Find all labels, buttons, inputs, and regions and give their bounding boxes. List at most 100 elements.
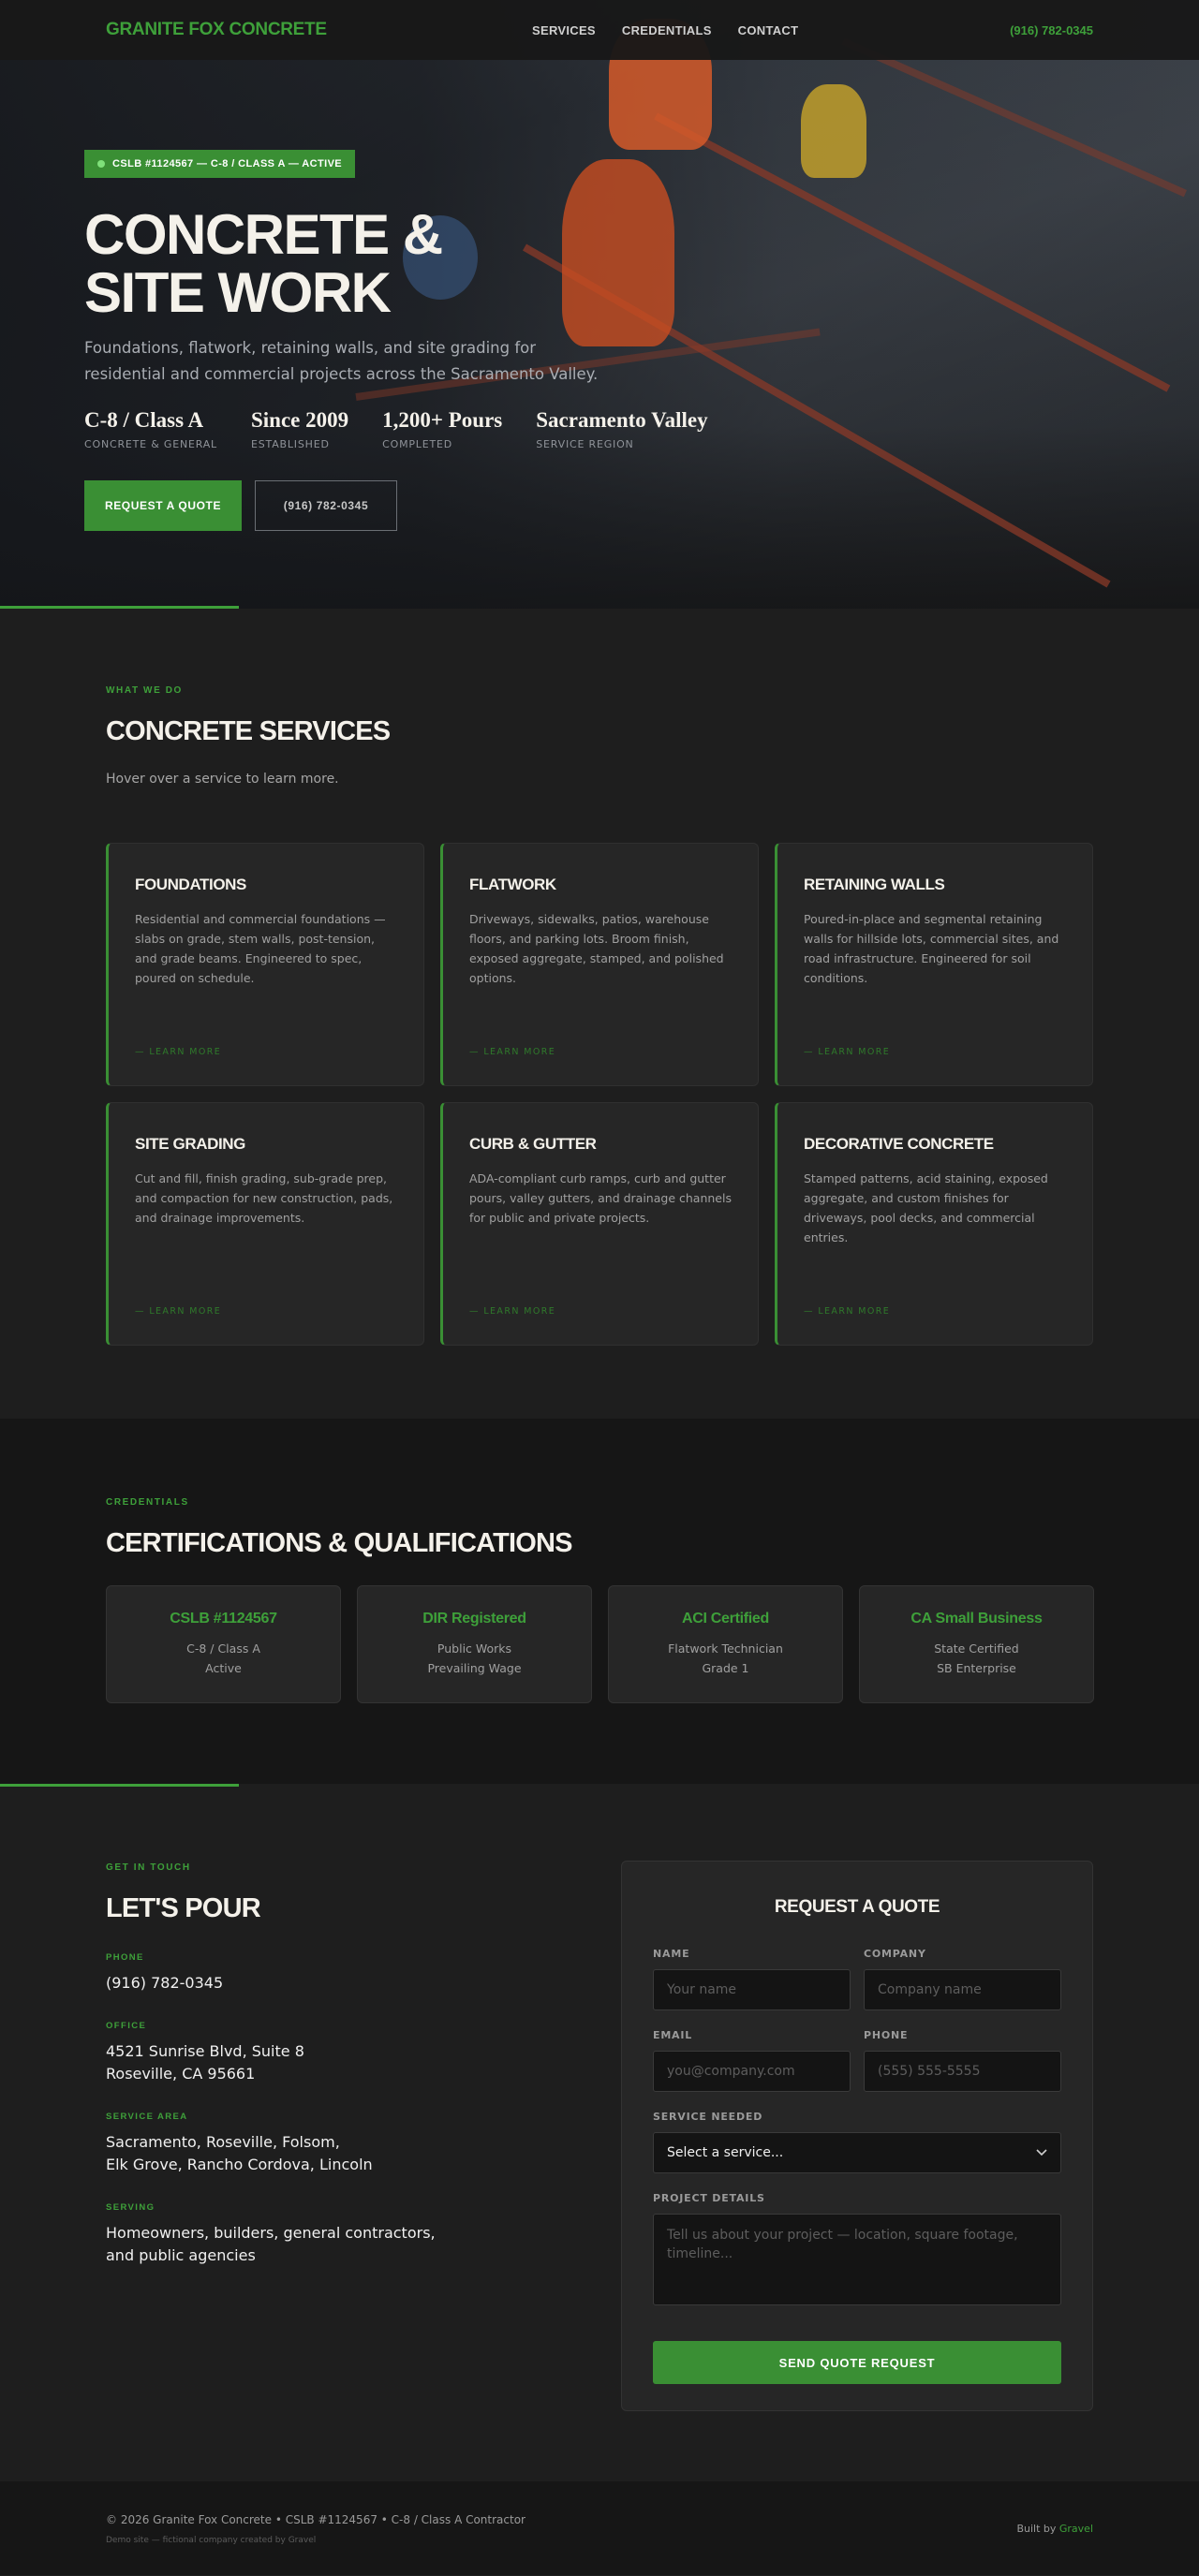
status-dot-icon: [97, 160, 105, 168]
site-footer: © 2026 Granite Fox Concrete • CSLB #1124…: [0, 2481, 1199, 2575]
services-header: WHAT WE DO CONCRETE SERVICES Hover over …: [106, 685, 391, 787]
stat-license: C-8 / Class A CONCRETE & GENERAL: [84, 408, 217, 450]
form-row-email-phone: EMAIL PHONE: [653, 2029, 1061, 2092]
name-label: NAME: [653, 1948, 690, 1960]
service-card-site-grading[interactable]: SITE GRADING Cut and fill, finish gradin…: [106, 1102, 424, 1346]
stat-label: SERVICE REGION: [536, 438, 634, 450]
footer-copyright: © 2026 Granite Fox Concrete • CSLB #1124…: [106, 2513, 525, 2526]
phone-label: PHONE: [864, 2029, 909, 2041]
stat-pours: 1,200+ Pours COMPLETED: [382, 408, 502, 450]
hero-buttons: REQUEST A QUOTE (916) 782-0345: [84, 480, 834, 531]
built-by-prefix: Built by: [1016, 2523, 1057, 2535]
built-by-link[interactable]: Gravel: [1059, 2523, 1093, 2535]
phone-input[interactable]: [864, 2051, 1061, 2092]
credential-detail: Public Works Prevailing Wage: [427, 1641, 522, 1675]
learn-more-link[interactable]: — LEARN MORE: [469, 1047, 555, 1057]
service-card-title: SITE GRADING: [135, 1135, 245, 1153]
services-intro: Hover over a service to learn more.: [106, 772, 339, 787]
hero-content: CSLB #1124567 — C-8 / CLASS A — ACTIVE C…: [84, 150, 834, 531]
contact-phone[interactable]: (916) 782-0345: [106, 1972, 481, 1995]
credential-card-aci: ACI Certified Flatwork Technician Grade 1: [608, 1585, 843, 1703]
form-title: REQUEST A QUOTE: [774, 1897, 940, 1917]
service-card-title: FOUNDATIONS: [135, 876, 246, 893]
hero-title-line-1: CONCRETE &: [84, 203, 443, 266]
chevron-down-icon: [1036, 2149, 1047, 2156]
license-badge-text: CSLB #1124567 — C-8 / CLASS A — ACTIVE: [112, 158, 343, 169]
hero-subtitle: Foundations, flatwork, retaining walls, …: [84, 339, 599, 383]
credential-detail: Flatwork Technician Grade 1: [668, 1641, 783, 1675]
hero-title: CONCRETE & SITE WORK: [84, 206, 834, 322]
learn-more-link[interactable]: — LEARN MORE: [135, 1047, 221, 1057]
stat-value: 1,200+ Pours: [382, 408, 503, 432]
hero-stats: C-8 / Class A CONCRETE & GENERAL Since 2…: [84, 408, 834, 450]
service-card-title: CURB & GUTTER: [469, 1135, 597, 1153]
service-card-curb-gutter[interactable]: CURB & GUTTER ADA-compliant curb ramps, …: [440, 1102, 759, 1346]
field-company: COMPANY: [864, 1948, 1061, 2010]
nav-phone-link[interactable]: (916) 782-0345: [1010, 0, 1093, 60]
learn-more-link[interactable]: — LEARN MORE: [804, 1306, 890, 1317]
credential-title: CA Small Business: [910, 1611, 1043, 1627]
nav-links: SERVICES CREDENTIALS CONTACT: [532, 0, 798, 60]
service-card-decorative-concrete[interactable]: DECORATIVE CONCRETE Stamped patterns, ac…: [775, 1102, 1093, 1346]
learn-more-link[interactable]: — LEARN MORE: [135, 1306, 221, 1317]
service-card-flatwork[interactable]: FLATWORK Driveways, sidewalks, patios, w…: [440, 843, 759, 1086]
credential-card-dir: DIR Registered Public Works Prevailing Wa…: [357, 1585, 592, 1703]
email-label: EMAIL: [653, 2029, 693, 2041]
learn-more-link[interactable]: — LEARN MORE: [804, 1047, 890, 1057]
field-name: NAME: [653, 1948, 851, 2010]
section-label: GET IN TOUCH: [106, 1862, 191, 1873]
service-card-description: Cut and fill, finish grading, sub-grade …: [135, 1171, 393, 1225]
call-phone-button[interactable]: (916) 782-0345: [255, 480, 397, 531]
section-label: CREDENTIALS: [106, 1497, 189, 1508]
contact-office-address: 4521 Sunrise Blvd, Suite 8 Roseville, CA …: [106, 2042, 304, 2083]
footer-note: Demo site — fictional company created by…: [106, 2536, 317, 2545]
section-title: CONCRETE SERVICES: [106, 716, 391, 746]
send-quote-request-button[interactable]: SEND QUOTE REQUEST: [653, 2341, 1061, 2384]
company-label: COMPANY: [864, 1948, 926, 1960]
field-phone: PHONE: [864, 2029, 1061, 2092]
stat-value: C-8 / Class A: [84, 408, 204, 432]
contact-section: GET IN TOUCH LET'S POUR PHONE (916) 782-…: [0, 1784, 1199, 2481]
section-accent-line: [0, 1784, 239, 1787]
service-card-title: RETAINING WALLS: [804, 876, 945, 893]
nav-link-services[interactable]: SERVICES: [532, 23, 596, 37]
service-card-retaining-walls[interactable]: RETAINING WALLS Poured-in-place and segm…: [775, 843, 1093, 1086]
credential-detail: State Certified SB Enterprise: [934, 1641, 1019, 1675]
brand-logo[interactable]: GRANITE FOX CONCRETE: [106, 20, 327, 40]
credential-card-small-business: CA Small Business State Certified SB Ente…: [859, 1585, 1094, 1703]
contact-serving: Homeowners, builders, general contractor…: [106, 2224, 436, 2264]
license-badge: CSLB #1124567 — C-8 / CLASS A — ACTIVE: [84, 150, 356, 178]
credential-card-cslb: CSLB #1124567 C-8 / Class A Active: [106, 1585, 341, 1703]
services-section: WHAT WE DO CONCRETE SERVICES Hover over …: [0, 609, 1199, 1419]
nav-link-contact[interactable]: CONTACT: [738, 23, 799, 37]
credential-title: CSLB #1124567: [170, 1611, 277, 1627]
stat-established: Since 2009 ESTABLISHED: [251, 408, 348, 450]
stat-value: Sacramento Valley: [536, 408, 708, 432]
field-details: PROJECT DETAILS: [653, 2192, 1061, 2309]
learn-more-link[interactable]: — LEARN MORE: [469, 1306, 555, 1317]
service-select[interactable]: Select a service...: [653, 2132, 1061, 2173]
email-input[interactable]: [653, 2051, 851, 2092]
quote-request-form: REQUEST A QUOTE NAME COMPANY EMAIL PHONE…: [621, 1861, 1093, 2411]
credentials-row: CSLB #1124567 C-8 / Class A Active DIR Re…: [106, 1585, 1094, 1703]
service-card-description: Stamped patterns, acid staining, exposed…: [804, 1171, 1048, 1244]
credential-title: ACI Certified: [682, 1611, 769, 1627]
contact-label-serving: SERVING: [106, 2202, 155, 2213]
service-card-description: Poured-in-place and segmental retaining …: [804, 912, 1059, 985]
details-label: PROJECT DETAILS: [653, 2192, 765, 2204]
credential-title: DIR Registered: [422, 1611, 526, 1627]
service-card-description: Residential and commercial foundations —…: [135, 912, 386, 985]
name-input[interactable]: [653, 1969, 851, 2010]
company-input[interactable]: [864, 1969, 1061, 2010]
service-label: SERVICE NEEDED: [653, 2111, 763, 2123]
nav-link-credentials[interactable]: CREDENTIALS: [622, 23, 712, 37]
section-title: LET'S POUR: [106, 1893, 261, 1923]
top-nav: GRANITE FOX CONCRETE SERVICES CREDENTIAL…: [0, 0, 1199, 60]
service-card-foundations[interactable]: FOUNDATIONS Residential and commercial f…: [106, 843, 424, 1086]
request-quote-button[interactable]: REQUEST A QUOTE: [84, 480, 242, 531]
credentials-section: CREDENTIALS CERTIFICATIONS & QUALIFICATI…: [0, 1419, 1199, 1784]
credentials-header: CREDENTIALS CERTIFICATIONS & QUALIFICATI…: [106, 1497, 573, 1559]
field-service: SERVICE NEEDED Select a service...: [653, 2111, 1061, 2173]
stat-label: ESTABLISHED: [251, 438, 330, 450]
project-details-textarea[interactable]: [653, 2214, 1061, 2305]
